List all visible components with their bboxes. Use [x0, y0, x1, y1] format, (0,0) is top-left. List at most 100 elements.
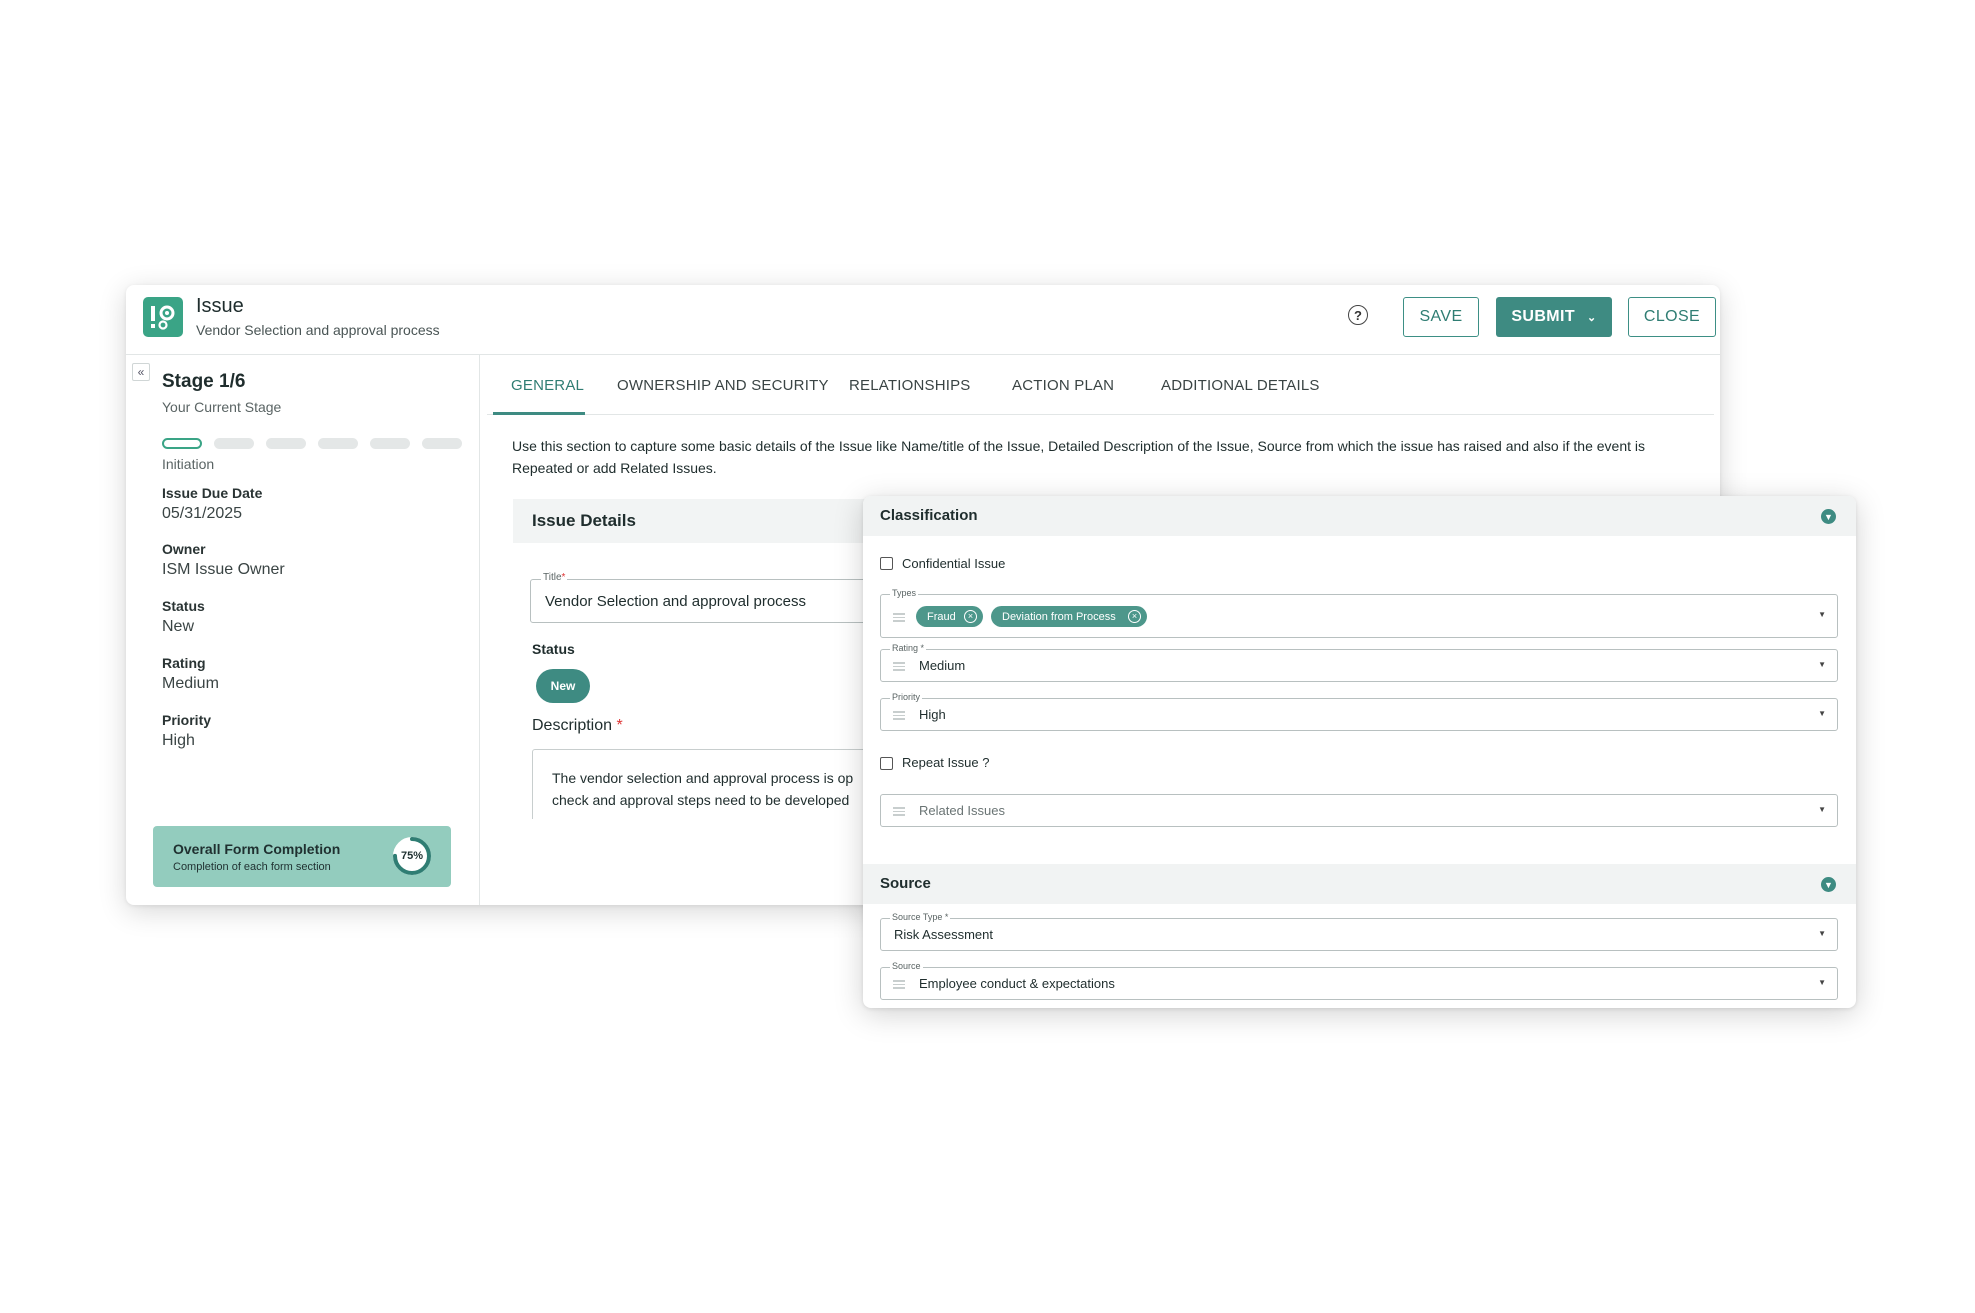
- dropdown-arrow-icon: ▼: [1818, 978, 1826, 987]
- title-field[interactable]: Title* Vendor Selection and approval pro…: [530, 572, 913, 623]
- form-completion-card: Overall Form Completion Completion of ea…: [153, 826, 451, 887]
- list-lines-icon: [893, 662, 905, 671]
- stage-step: [422, 438, 462, 449]
- completion-percent: 75%: [400, 850, 424, 862]
- confidential-issue-label: Confidential Issue: [902, 556, 1006, 571]
- stage-step: [214, 438, 254, 449]
- source-header[interactable]: Source ▼: [863, 864, 1856, 904]
- chevron-down-icon[interactable]: ▼: [1821, 877, 1836, 892]
- priority-value: High: [162, 732, 195, 749]
- stage-step: [318, 438, 358, 449]
- description-label: Description *: [532, 717, 623, 734]
- related-issues-placeholder: Related Issues: [919, 803, 1005, 818]
- issue-details-heading: Issue Details: [532, 511, 636, 530]
- type-chip-deviation-from-process: Deviation from Process ×: [991, 606, 1147, 627]
- list-lines-icon: [893, 613, 905, 622]
- rating-select-value: Medium: [919, 658, 966, 673]
- submit-button[interactable]: SUBMIT ⌄: [1496, 297, 1612, 337]
- status-value: New: [162, 618, 195, 635]
- chevron-down-icon: ⌄: [1587, 311, 1597, 324]
- remove-chip-icon[interactable]: ×: [964, 610, 977, 623]
- tab-relationships[interactable]: RELATIONSHIPS: [849, 377, 971, 394]
- types-select[interactable]: Types Fraud × Deviation from Process × ▼: [880, 588, 1838, 638]
- tab-bar: GENERAL OWNERSHIP AND SECURITY RELATIONS…: [487, 355, 1714, 415]
- classification-header[interactable]: Classification ▼: [863, 496, 1856, 536]
- stage-subtitle: Your Current Stage: [162, 399, 282, 415]
- repeat-issue-label: Repeat Issue ?: [902, 755, 990, 770]
- page-subtitle: Vendor Selection and approval process: [196, 322, 440, 338]
- list-lines-icon: [893, 711, 905, 720]
- help-circle-icon[interactable]: ?: [1348, 305, 1368, 325]
- issue-details-card: Issue Details Title* Vendor Selection an…: [513, 499, 913, 819]
- issue-details-header: Issue Details: [513, 499, 913, 543]
- status-field-label: Status: [532, 641, 575, 657]
- dropdown-arrow-icon: ▼: [1818, 610, 1826, 619]
- type-chip-label: Deviation from Process: [1002, 610, 1116, 623]
- dropdown-arrow-icon: ▼: [1818, 929, 1826, 938]
- due-date-label: Issue Due Date: [162, 485, 263, 501]
- page-title: Issue: [196, 295, 244, 317]
- priority-label: Priority: [162, 712, 212, 728]
- tab-action-plan[interactable]: ACTION PLAN: [1012, 377, 1114, 394]
- description-textarea[interactable]: The vendor selection and approval proces…: [532, 749, 913, 819]
- rating-field-label: Rating *: [890, 643, 927, 653]
- rating-value: Medium: [162, 675, 219, 692]
- types-label: Types: [890, 588, 919, 598]
- header-bar: Issue Vendor Selection and approval proc…: [126, 285, 1720, 355]
- source-select[interactable]: Source Employee conduct & expectations ▼: [880, 961, 1838, 1000]
- section-intro-text: Use this section to capture some basic d…: [512, 438, 1646, 476]
- submit-label: SUBMIT: [1511, 308, 1576, 325]
- owner-value: ISM Issue Owner: [162, 561, 285, 578]
- source-value: Employee conduct & expectations: [919, 976, 1115, 991]
- list-lines-icon: [893, 980, 905, 989]
- title-field-value: Vendor Selection and approval process: [545, 593, 807, 610]
- type-chip-label: Fraud: [927, 610, 956, 623]
- completion-title: Overall Form Completion: [173, 841, 341, 857]
- stage-step: [266, 438, 306, 449]
- stage-step: [370, 438, 410, 449]
- related-issues-select[interactable]: Related Issues ▼: [880, 794, 1838, 827]
- issue-details-body: Title* Vendor Selection and approval pro…: [521, 543, 913, 819]
- title-field-label: Title*: [541, 572, 568, 583]
- owner-label: Owner: [162, 541, 206, 557]
- stage-progress: [162, 438, 462, 449]
- save-button[interactable]: SAVE: [1403, 297, 1479, 337]
- classification-source-panel: Classification ▼ Confidential Issue Type…: [863, 496, 1856, 1008]
- priority-select[interactable]: Priority High ▼: [880, 692, 1838, 731]
- status-label: Status: [162, 598, 205, 614]
- dropdown-arrow-icon: ▼: [1818, 709, 1826, 718]
- source-field-label: Source: [890, 961, 923, 971]
- chevron-down-icon[interactable]: ▼: [1821, 509, 1836, 524]
- source-heading: Source: [880, 875, 931, 892]
- due-date-value: 05/31/2025: [162, 505, 243, 522]
- priority-select-value: High: [919, 707, 946, 722]
- dropdown-arrow-icon: ▼: [1818, 805, 1826, 814]
- rating-select[interactable]: Rating * Medium ▼: [880, 643, 1838, 682]
- issue-gear-icon: [143, 297, 183, 337]
- stage-step-label: Initiation: [162, 456, 215, 472]
- dropdown-arrow-icon: ▼: [1818, 660, 1826, 669]
- status-badge: New: [536, 669, 590, 703]
- stage-step-current: [162, 438, 202, 449]
- stage-sidebar: « Stage 1/6 Your Current Stage Initiatio…: [126, 355, 480, 905]
- double-chevron-left-icon[interactable]: «: [132, 363, 150, 381]
- classification-heading: Classification: [880, 507, 978, 524]
- rating-label: Rating: [162, 655, 206, 671]
- close-button[interactable]: CLOSE: [1628, 297, 1716, 337]
- completion-subtitle: Completion of each form section: [173, 861, 331, 873]
- source-type-label: Source Type *: [890, 912, 951, 922]
- tab-general[interactable]: GENERAL: [511, 377, 584, 394]
- source-type-select[interactable]: Source Type * Risk Assessment ▼: [880, 912, 1838, 951]
- tab-ownership-and-security[interactable]: OWNERSHIP AND SECURITY: [617, 377, 829, 394]
- active-tab-indicator: [493, 412, 585, 415]
- tab-additional-details[interactable]: ADDITIONAL DETAILS: [1161, 377, 1320, 394]
- tab-general-label: GENERAL: [511, 377, 585, 394]
- description-text: The vendor selection and approval proces…: [552, 770, 854, 808]
- confidential-issue-checkbox[interactable]: [880, 557, 893, 570]
- stage-title: Stage 1/6: [162, 371, 246, 392]
- remove-chip-icon[interactable]: ×: [1128, 610, 1141, 623]
- type-chip-fraud: Fraud ×: [916, 606, 983, 627]
- repeat-issue-checkbox[interactable]: [880, 757, 893, 770]
- list-lines-icon: [893, 807, 905, 816]
- priority-field-label: Priority: [890, 692, 923, 702]
